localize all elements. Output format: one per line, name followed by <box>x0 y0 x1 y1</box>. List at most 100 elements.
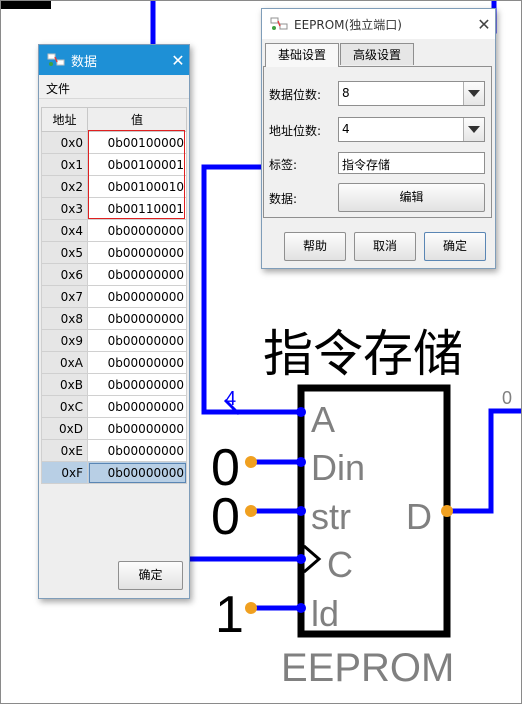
data-dialog-titlebar[interactable]: 数据 ✕ <box>39 45 189 75</box>
addr-bits-value: 4 <box>342 122 350 136</box>
table-row[interactable]: 0x4 0b00000000 <box>41 219 187 242</box>
output-width-label: 0 <box>502 388 512 408</box>
value-cell[interactable]: 0b00000000 <box>87 241 187 264</box>
address-cell[interactable]: 0x9 <box>41 329 88 352</box>
edit-data-button[interactable]: 编辑 <box>338 183 485 212</box>
address-cell[interactable]: 0xD <box>41 417 88 440</box>
column-header-address[interactable]: 地址 <box>41 107 88 132</box>
value-cell[interactable]: 0b00110001 <box>87 197 187 220</box>
address-cell[interactable]: 0xE <box>41 439 88 462</box>
address-cell[interactable]: 0x4 <box>41 219 88 242</box>
circuit-canvas[interactable]: 4 0 指令存储 EEPROM A Din str C ld D 0 0 1 数… <box>0 0 522 704</box>
table-row[interactable]: 0x3 0b00110001 <box>41 197 187 220</box>
table-row[interactable]: 0xF 0b00000000 <box>41 461 187 484</box>
top-left-fragment <box>1 1 51 9</box>
tag-label: 标签: <box>269 158 298 172</box>
table-row[interactable]: 0x0 0b00100000 <box>41 131 187 154</box>
cancel-button[interactable]: 取消 <box>354 232 416 261</box>
pin-c-label: C <box>327 544 353 585</box>
pin-dot-ld[interactable] <box>296 603 306 613</box>
address-cell[interactable]: 0xF <box>41 461 88 484</box>
table-row[interactable]: 0x6 0b00000000 <box>41 263 187 286</box>
bus-width-label: 4 <box>225 388 236 410</box>
column-header-value[interactable]: 值 <box>87 107 187 132</box>
table-row[interactable]: 0x2 0b00100010 <box>41 175 187 198</box>
pin-dot-c[interactable] <box>296 554 306 564</box>
table-row[interactable]: 0x5 0b00000000 <box>41 241 187 264</box>
value-cell[interactable]: 0b00000000 <box>87 461 187 484</box>
wire-output[interactable] <box>444 408 522 514</box>
address-cell[interactable]: 0x1 <box>41 153 88 176</box>
pin-dot-output-d[interactable] <box>441 505 453 517</box>
menu-file[interactable]: 文件 <box>46 80 70 97</box>
component-label: 指令存储 <box>263 326 463 382</box>
value-cell[interactable]: 0b00000000 <box>87 395 187 418</box>
value-cell[interactable]: 0b00100010 <box>87 175 187 198</box>
address-cell[interactable]: 0xB <box>41 373 88 396</box>
value-cell[interactable]: 0b00000000 <box>87 263 187 286</box>
pin-dot-const-str[interactable] <box>245 505 257 517</box>
data-ok-button[interactable]: 确定 <box>118 561 183 590</box>
table-row[interactable]: 0x7 0b00000000 <box>41 285 187 308</box>
pin-ld-label: ld <box>311 593 339 634</box>
address-cell[interactable]: 0x3 <box>41 197 88 220</box>
tab-basic-settings[interactable]: 基础设置 <box>265 43 339 67</box>
help-button[interactable]: 帮助 <box>284 232 346 261</box>
address-cell[interactable]: 0x8 <box>41 307 88 330</box>
value-cell[interactable]: 0b00000000 <box>87 219 187 242</box>
address-cell[interactable]: 0x6 <box>41 263 88 286</box>
table-row[interactable]: 0xB 0b00000000 <box>41 373 187 396</box>
chevron-down-icon[interactable] <box>463 118 484 141</box>
table-row[interactable]: 0xC 0b00000000 <box>41 395 187 418</box>
data-dialog-menubar: 文件 <box>39 76 189 99</box>
table-row[interactable]: 0x9 0b00000000 <box>41 329 187 352</box>
pin-dot-const-din[interactable] <box>245 456 257 468</box>
address-cell[interactable]: 0x2 <box>41 175 88 198</box>
data-bits-select[interactable]: 8 <box>338 81 485 106</box>
memory-table[interactable]: 地址 值 0x0 0b00100000 0x1 0b00100001 0x2 0b0010… <box>41 107 187 484</box>
app-circuit-icon <box>47 52 65 68</box>
pin-dot-str[interactable] <box>296 506 306 516</box>
address-cell[interactable]: 0xC <box>41 395 88 418</box>
table-row[interactable]: 0x1 0b00100001 <box>41 153 187 176</box>
value-cell[interactable]: 0b00100000 <box>87 131 187 154</box>
pin-str-label: str <box>311 496 351 537</box>
table-row[interactable]: 0x8 0b00000000 <box>41 307 187 330</box>
data-bits-value: 8 <box>342 86 350 100</box>
ok-button[interactable]: 确定 <box>424 232 486 261</box>
table-row[interactable]: 0xA 0b00000000 <box>41 351 187 374</box>
table-row[interactable]: 0xD 0b00000000 <box>41 417 187 440</box>
table-row[interactable]: 0xE 0b00000000 <box>41 439 187 462</box>
value-cell[interactable]: 0b00000000 <box>87 373 187 396</box>
tag-input[interactable]: 指令存储 <box>338 152 485 174</box>
value-cell[interactable]: 0b00000000 <box>87 439 187 462</box>
pin-a-label: A <box>311 399 335 440</box>
addr-bits-select[interactable]: 4 <box>338 117 485 142</box>
pin-dot-a[interactable] <box>296 407 306 417</box>
app-circuit-icon <box>270 16 288 32</box>
value-cell[interactable]: 0b00000000 <box>87 417 187 440</box>
data-bits-label: 数据位数: <box>269 88 322 102</box>
address-cell[interactable]: 0xA <box>41 351 88 374</box>
value-cell[interactable]: 0b00000000 <box>87 285 187 308</box>
pin-dot-din[interactable] <box>296 457 306 467</box>
value-cell[interactable]: 0b00000000 <box>87 329 187 352</box>
address-cell[interactable]: 0x0 <box>41 131 88 154</box>
tab-advanced-settings[interactable]: 高级设置 <box>340 43 414 65</box>
address-cell[interactable]: 0x7 <box>41 285 88 308</box>
close-icon[interactable]: ✕ <box>167 51 189 70</box>
close-icon[interactable]: ✕ <box>473 15 495 34</box>
eeprom-dialog-title: EEPROM(独立端口) <box>294 17 402 32</box>
address-cell[interactable]: 0x5 <box>41 241 88 264</box>
addr-bits-label: 地址位数: <box>269 124 322 138</box>
value-cell[interactable]: 0b00000000 <box>87 351 187 374</box>
const-ld-value: 1 <box>215 586 244 644</box>
chevron-down-icon[interactable] <box>463 82 484 105</box>
value-cell[interactable]: 0b00000000 <box>87 307 187 330</box>
component-type-label: EEPROM <box>281 646 454 690</box>
value-cell[interactable]: 0b00100001 <box>87 153 187 176</box>
eeprom-dialog-titlebar[interactable]: EEPROM(独立端口) ✕ <box>262 9 495 39</box>
pin-dot-const-ld[interactable] <box>245 602 257 614</box>
data-dialog-title: 数据 <box>71 54 98 70</box>
data-label: 数据: <box>269 192 298 206</box>
